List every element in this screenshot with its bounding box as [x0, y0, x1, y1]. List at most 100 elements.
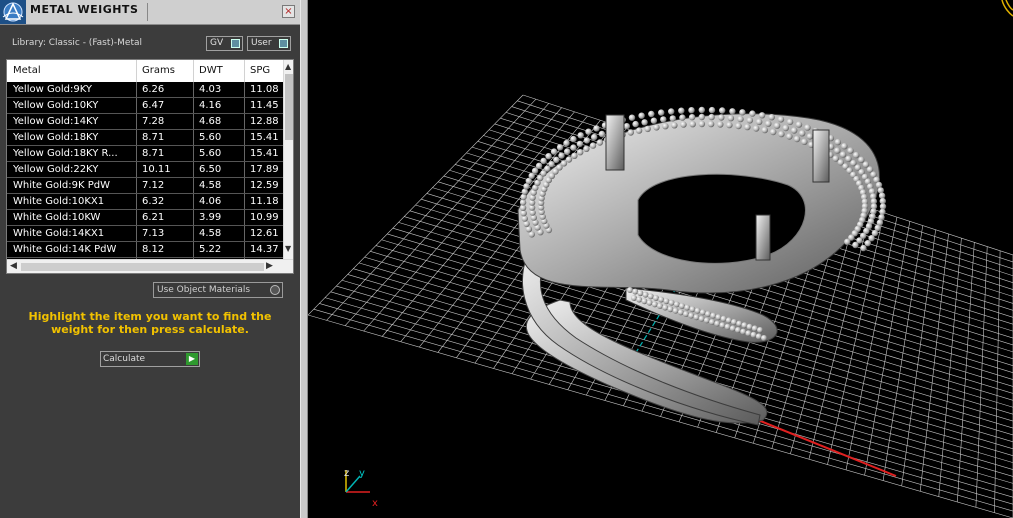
ring-model[interactable]	[517, 106, 887, 426]
table-body: Yellow Gold:9KY 6.26 4.03 11.08 Yellow G…	[7, 82, 283, 259]
grams-cell: 6.47	[142, 100, 165, 111]
scroll-up-icon[interactable]: ▲	[285, 62, 291, 71]
spg-cell: 11.18	[250, 196, 279, 207]
metal-cell: Yellow Gold:14KY	[13, 116, 99, 127]
table-row[interactable]: White Gold:14K PdW 8.12 5.22 14.37	[7, 242, 283, 258]
app-logo-icon	[0, 0, 26, 24]
dwt-cell: 6.50	[199, 164, 222, 175]
metal-cell: White Gold:9K PdW	[13, 180, 110, 191]
dwt-cell: 4.06	[199, 196, 222, 207]
gv-toggle[interactable]: GV	[206, 36, 243, 51]
grams-cell: 8.71	[142, 132, 165, 143]
column-header-spg[interactable]: SPG	[250, 65, 270, 76]
dwt-cell: 4.58	[199, 180, 222, 191]
table-row[interactable]: White Gold:9K PdW 7.12 4.58 12.59	[7, 178, 283, 194]
toggle-switch-icon	[279, 39, 288, 48]
instruction-text: Highlight the item you want to find the …	[28, 310, 272, 336]
metal-cell: White Gold:10KW	[13, 212, 101, 223]
gizmo-y-label: y	[359, 468, 365, 479]
dwt-cell: 4.68	[199, 116, 222, 127]
spg-cell: 10.99	[250, 212, 279, 223]
play-icon[interactable]: ▶	[186, 353, 198, 365]
vertical-scrollbar[interactable]: ▲ ▼	[283, 60, 293, 259]
table-row[interactable]: Yellow Gold:22KY 10.11 6.50 17.89	[7, 162, 283, 178]
calculate-button[interactable]: Calculate ▶	[100, 351, 200, 367]
spg-cell: 12.61	[250, 228, 279, 239]
dwt-cell: 3.99	[199, 212, 222, 223]
table-row[interactable]: Yellow Gold:18KY R... 8.71 5.60 15.41	[7, 146, 283, 162]
grams-cell: 6.21	[142, 212, 165, 223]
metal-cell: Yellow Gold:22KY	[13, 164, 99, 175]
x-axis-line	[757, 419, 897, 477]
column-header-grams[interactable]: Grams	[142, 65, 175, 76]
dwt-cell: 5.60	[199, 132, 222, 143]
spg-cell: 15.41	[250, 148, 279, 159]
metal-cell: Yellow Gold:10KY	[13, 100, 99, 111]
metal-cell: Yellow Gold:9KY	[13, 84, 92, 95]
user-toggle-label: User	[251, 38, 272, 48]
grams-cell: 8.71	[142, 148, 165, 159]
table-row[interactable]: White Gold:10KX1 6.32 4.06 11.18	[7, 194, 283, 210]
scroll-thumb[interactable]	[21, 263, 264, 271]
spg-cell: 15.41	[250, 132, 279, 143]
gizmo-z-label: z	[344, 468, 349, 479]
spg-cell: 14.37	[250, 244, 279, 255]
table-row[interactable]: White Gold:14KX1 7.13 4.58 12.61	[7, 226, 283, 242]
table-row[interactable]: Yellow Gold:14KY 7.28 4.68 12.88	[7, 114, 283, 130]
metal-table: Metal Grams DWT SPG Yellow Gold:9KY 6.26…	[6, 59, 294, 274]
column-header-metal[interactable]: Metal	[13, 65, 41, 76]
corner-widget-icon[interactable]	[1001, 0, 1013, 17]
dwt-cell: 5.60	[199, 148, 222, 159]
dwt-cell: 5.22	[199, 244, 222, 255]
metal-cell: Yellow Gold:18KY	[13, 132, 99, 143]
scroll-right-icon[interactable]: ▶	[266, 261, 273, 271]
spg-cell: 12.59	[250, 180, 279, 191]
horizontal-scrollbar[interactable]: ◀ ▶	[7, 259, 293, 273]
column-divider	[136, 60, 137, 82]
grams-cell: 6.26	[142, 84, 165, 95]
ring-prong	[605, 114, 625, 171]
spg-cell: 11.08	[250, 84, 279, 95]
scroll-left-icon[interactable]: ◀	[10, 261, 17, 271]
grams-cell: 7.12	[142, 180, 165, 191]
use-object-materials-toggle[interactable]: Use Object Materials	[153, 282, 283, 298]
metal-cell: Yellow Gold:18KY R...	[13, 148, 118, 159]
table-header: Metal Grams DWT SPG	[7, 60, 283, 83]
use-object-materials-label: Use Object Materials	[157, 285, 251, 295]
table-row[interactable]: White Gold:10KW 6.21 3.99 10.99	[7, 210, 283, 226]
spg-cell: 11.45	[250, 100, 279, 111]
column-divider	[244, 60, 245, 82]
grams-cell: 10.11	[142, 164, 171, 175]
table-row[interactable]: Yellow Gold:18KY 8.71 5.60 15.41	[7, 130, 283, 146]
radio-icon[interactable]	[270, 285, 280, 295]
metal-cell: White Gold:10KX1	[13, 196, 105, 207]
panel-splitter[interactable]	[300, 0, 308, 518]
metal-cell: White Gold:14K PdW	[13, 244, 117, 255]
dwt-cell: 4.58	[199, 228, 222, 239]
column-header-dwt[interactable]: DWT	[199, 65, 223, 76]
close-icon[interactable]: ×	[282, 5, 295, 18]
gizmo-x-label: x	[372, 498, 378, 509]
ring-prong	[755, 214, 771, 261]
ring-prong	[812, 129, 830, 183]
dwt-cell: 4.16	[199, 100, 222, 111]
table-row[interactable]: Yellow Gold:10KY 6.47 4.16 11.45	[7, 98, 283, 114]
user-toggle[interactable]: User	[247, 36, 291, 51]
gv-toggle-label: GV	[210, 38, 224, 48]
scroll-thumb[interactable]	[285, 74, 293, 140]
toggle-switch-icon	[231, 39, 240, 48]
spg-cell: 12.88	[250, 116, 279, 127]
grams-cell: 7.28	[142, 116, 165, 127]
panel-title: METAL WEIGHTS	[30, 3, 139, 16]
calculate-label: Calculate	[103, 354, 146, 364]
3d-viewport[interactable]: z y x	[308, 0, 1013, 518]
dwt-cell: 4.03	[199, 84, 222, 95]
scroll-down-icon[interactable]: ▼	[285, 244, 291, 253]
grams-cell: 8.12	[142, 244, 165, 255]
metal-cell: White Gold:14KX1	[13, 228, 105, 239]
library-label: Library: Classic - (Fast)-Metal	[12, 38, 143, 48]
grams-cell: 7.13	[142, 228, 165, 239]
viewport-canvas[interactable]: z y x	[308, 0, 1013, 518]
table-row[interactable]: Yellow Gold:9KY 6.26 4.03 11.08	[7, 82, 283, 98]
panel-titlebar[interactable]: METAL WEIGHTS ×	[0, 0, 300, 25]
